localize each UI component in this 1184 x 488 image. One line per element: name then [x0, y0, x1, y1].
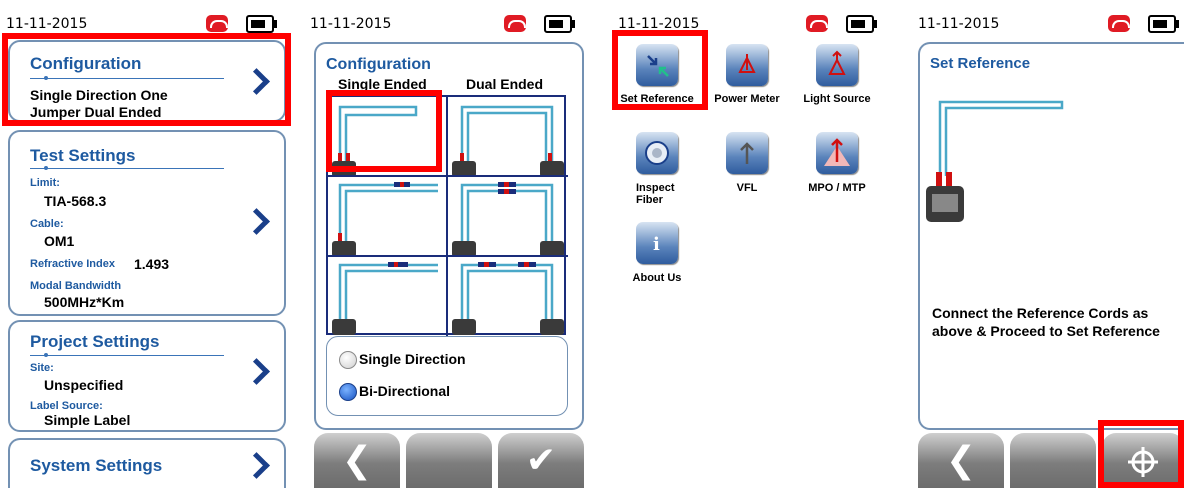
- site-value: Unspecified: [44, 377, 124, 393]
- light-source-icon[interactable]: [816, 44, 858, 86]
- status-bar: 11-11-2015: [912, 0, 1184, 38]
- chevron-left-icon: ❮: [341, 440, 373, 481]
- site-label: Site:: [30, 362, 54, 374]
- config-option-dual-ended-3[interactable]: [448, 257, 568, 337]
- cable-label: Cable:: [30, 218, 64, 230]
- svg-text:i: i: [653, 234, 660, 255]
- screen-app-menu: 11-11-2015 Set Reference Power Meter Lig…: [608, 0, 900, 488]
- inspect-fiber-label[interactable]: Inspect Fiber: [612, 182, 692, 206]
- set-reference-title: Set Reference: [930, 55, 1031, 72]
- radio-bi-directional-label[interactable]: Bi-Directional: [359, 383, 450, 399]
- status-date: 11-11-2015: [310, 16, 392, 32]
- fiber-diagram-icon: [452, 182, 564, 255]
- phone-icon: [806, 15, 828, 32]
- fiber-diagram-icon: [452, 105, 564, 175]
- divider: [30, 353, 224, 357]
- highlight-box: [1098, 420, 1184, 488]
- checkmark-icon: ✔: [525, 440, 557, 481]
- config-option-single-ended-2[interactable]: [328, 177, 448, 257]
- status-date: 11-11-2015: [6, 16, 88, 32]
- highlight-box: [326, 90, 442, 172]
- dual-ended-header: Dual Ended: [466, 76, 544, 92]
- test-settings-title: Test Settings: [30, 146, 136, 165]
- mpo-mtp-icon[interactable]: [816, 132, 858, 174]
- config-option-dual-ended-1[interactable]: [448, 97, 568, 177]
- config-option-dual-ended-2[interactable]: [448, 177, 568, 257]
- highlight-box: [2, 33, 291, 126]
- fiber-diagram-icon: [332, 182, 438, 255]
- screen-main-settings: 11-11-2015 Configuration Single Directio…: [0, 0, 292, 488]
- highlight-box: [612, 30, 708, 110]
- configuration-panel-title: Configuration: [326, 56, 431, 73]
- fiber-diagram-icon: [332, 262, 438, 335]
- about-us-label[interactable]: About Us: [612, 272, 702, 284]
- refractive-index-value: 1.493: [134, 256, 170, 272]
- instruction-text: Connect the Reference Cords as above & P…: [932, 305, 1160, 339]
- system-settings-card[interactable]: System Settings: [8, 438, 286, 488]
- chevron-right-icon: [243, 358, 270, 385]
- modal-bandwidth-value: 500MHz*Km: [44, 294, 125, 310]
- modal-bandwidth-label: Modal Bandwidth: [30, 280, 122, 292]
- battery-icon: [846, 15, 877, 33]
- radio-single-direction[interactable]: [339, 351, 357, 369]
- project-settings-card[interactable]: Project Settings Site: Unspecified Label…: [8, 320, 286, 432]
- blank-button[interactable]: [1010, 433, 1096, 488]
- inspect-fiber-icon[interactable]: [636, 132, 678, 174]
- refractive-index-label: Refractive Index: [30, 258, 115, 270]
- about-us-icon[interactable]: i: [636, 222, 678, 264]
- bottom-nav: ❮ ✔: [314, 433, 586, 488]
- limit-label: Limit:: [30, 177, 60, 189]
- blank-button[interactable]: [406, 433, 492, 488]
- limit-value: TIA-568.3: [44, 193, 107, 209]
- battery-icon: [544, 15, 575, 33]
- config-option-single-ended-3[interactable]: [328, 257, 448, 337]
- chevron-left-icon: ❮: [945, 440, 977, 481]
- direction-radio-group: Single Direction Bi-Directional: [326, 336, 568, 416]
- reference-cord-diagram: [926, 100, 1064, 222]
- status-date: 11-11-2015: [918, 16, 1000, 32]
- radio-bi-directional[interactable]: [339, 383, 357, 401]
- label-source-value: Simple Label: [44, 412, 131, 428]
- status-bar: 11-11-2015: [304, 0, 596, 38]
- fiber-diagram-icon: [452, 262, 564, 335]
- chevron-right-icon: [243, 452, 270, 479]
- label-source-label: Label Source:: [30, 400, 103, 412]
- project-settings-title: Project Settings: [30, 332, 160, 351]
- battery-icon: [246, 15, 277, 33]
- power-meter-icon[interactable]: [726, 44, 768, 86]
- test-settings-card[interactable]: Test Settings Limit: TIA-568.3 Cable: OM…: [8, 130, 286, 316]
- phone-icon: [1108, 15, 1130, 32]
- cable-value: OM1: [44, 233, 75, 249]
- vfl-label[interactable]: VFL: [702, 182, 792, 194]
- power-meter-label[interactable]: Power Meter: [702, 93, 792, 105]
- phone-icon: [504, 15, 526, 32]
- back-button[interactable]: ❮: [918, 433, 1004, 488]
- back-button[interactable]: ❮: [314, 433, 400, 488]
- radio-single-direction-label[interactable]: Single Direction: [359, 351, 466, 367]
- battery-icon: [1148, 15, 1179, 33]
- divider: [30, 166, 224, 170]
- ok-button[interactable]: ✔: [498, 433, 584, 488]
- light-source-label[interactable]: Light Source: [792, 93, 882, 105]
- system-settings-title: System Settings: [30, 456, 163, 475]
- vfl-icon[interactable]: [726, 132, 768, 174]
- phone-icon: [206, 15, 228, 32]
- chevron-right-icon: [243, 208, 270, 235]
- mpo-mtp-label[interactable]: MPO / MTP: [792, 182, 882, 194]
